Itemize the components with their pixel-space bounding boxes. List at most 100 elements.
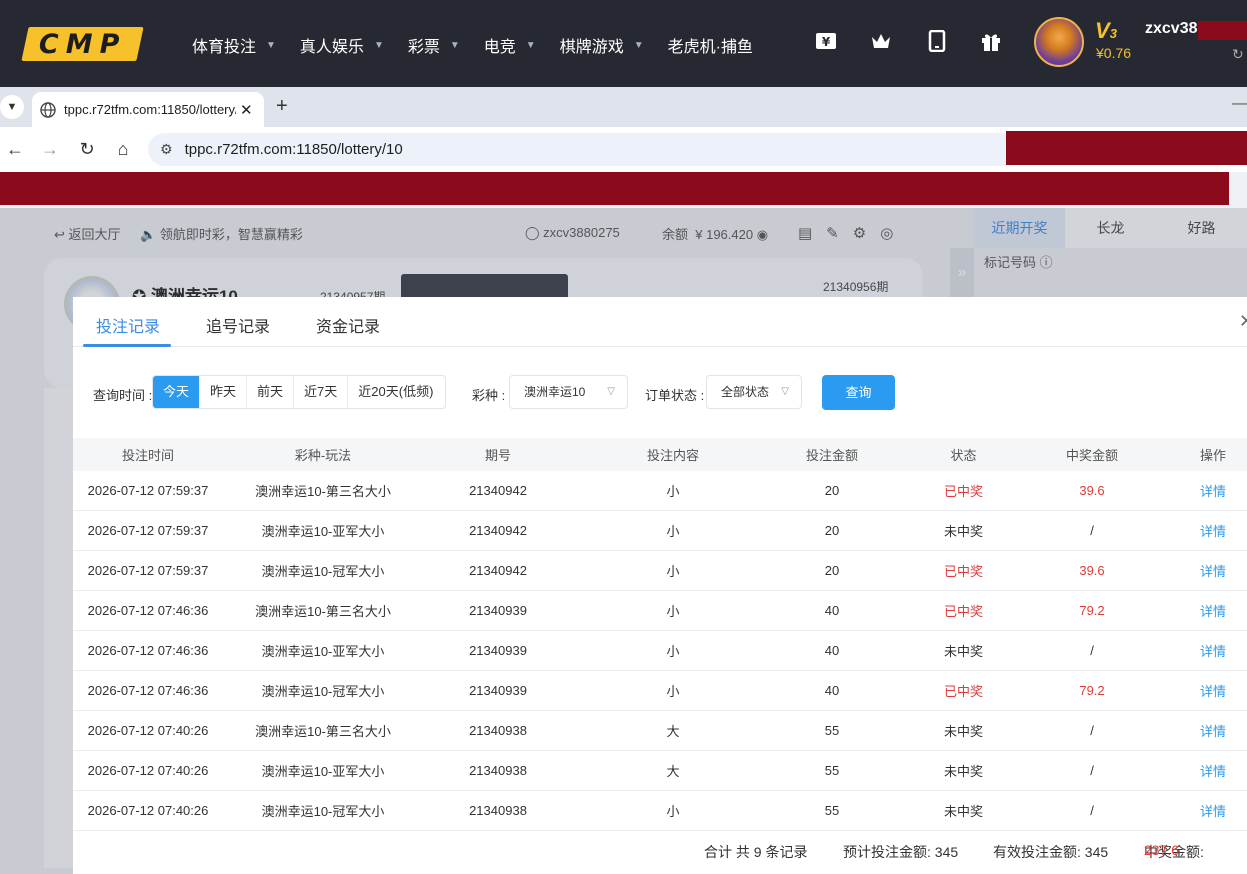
col-action: 操作 (1199, 448, 1226, 463)
cell-detail-link[interactable]: 详情 (1148, 711, 1247, 750)
site-info-icon[interactable]: ⚙ (160, 141, 173, 158)
wallet-balance: ¥0.76 (1096, 45, 1132, 61)
range-today[interactable]: 今天 (153, 376, 201, 408)
tab-fund-records[interactable]: 资金记录 (316, 313, 380, 337)
cell-bet-amount: 20 (824, 483, 840, 498)
cell-bet-amount: 40 (824, 603, 840, 618)
cell-detail-link[interactable]: 详情 (1148, 551, 1247, 590)
browser-tab[interactable]: tppc.r72tfm.com:11850/lottery/10 ✕ (32, 92, 264, 127)
minimize-icon[interactable]: — (1232, 95, 1247, 113)
browser-tab-strip: ▼ tppc.r72tfm.com:11850/lottery/10 ✕ + — (0, 87, 1247, 127)
crown-icon[interactable] (870, 30, 892, 52)
cell-bet-time: 2026-07-12 07:59:37 (87, 563, 209, 578)
cell-bet-amount: 40 (824, 643, 840, 658)
cell-status: 已中奖 (943, 484, 983, 499)
cell-lottery-play: 澳洲幸运10-第三名大小 (255, 724, 391, 739)
cell-win-amount: / (1090, 723, 1094, 738)
range-yesterday[interactable]: 昨天 (200, 376, 248, 408)
col-period: 期号 (484, 448, 511, 463)
address-bar[interactable]: ⚙ tppc.r72tfm.com:11850/lottery/10 (148, 133, 1008, 166)
cell-win-amount: 79.2 (1079, 683, 1105, 698)
nav-esports[interactable]: 电竞 ▼ (484, 33, 536, 57)
cell-bet-content: 小 (666, 524, 680, 539)
summary-valid: 有效投注金额: 345 (993, 844, 1109, 860)
cell-lottery-play: 澳洲幸运10-冠军大小 (261, 564, 385, 579)
cell-period: 21340938 (469, 803, 527, 818)
svg-text:¥: ¥ (822, 35, 831, 49)
col-win-amount: 中奖金额 (1065, 448, 1118, 463)
cell-period: 21340939 (469, 683, 527, 698)
chevron-down-icon: ▼ (266, 39, 276, 51)
filter-bar: 查询时间 : 今天 昨天 前天 近7天 近20天(低频) 彩种 : 澳洲幸运10… (73, 375, 1247, 411)
cell-period: 21340942 (469, 483, 527, 498)
lottery-type-select[interactable]: 澳洲幸运10 ▽ (509, 375, 628, 409)
cell-detail-link[interactable]: 详情 (1148, 671, 1247, 710)
nav-sports[interactable]: 体育投注 ▼ (192, 33, 276, 57)
chevron-down-icon: ▽ (607, 386, 615, 397)
close-icon[interactable]: ✕ (240, 101, 253, 119)
cell-detail-link[interactable]: 详情 (1148, 751, 1247, 790)
cell-bet-time: 2026-07-12 07:59:37 (87, 483, 209, 498)
cell-detail-link[interactable]: 详情 (1148, 511, 1247, 550)
cell-detail-link[interactable]: 详情 (1148, 471, 1247, 510)
chevron-down-icon: ▼ (525, 39, 536, 51)
cell-status: 已中奖 (943, 604, 983, 619)
chevron-down-icon: ▼ (373, 39, 384, 51)
cell-bet-content: 小 (666, 564, 680, 579)
time-label: 查询时间 : (93, 388, 153, 403)
order-status-select[interactable]: 全部状态 ▽ (706, 375, 802, 409)
cell-status: 已中奖 (943, 564, 983, 579)
cell-bet-amount: 20 (824, 563, 840, 578)
col-bet-amount: 投注金额 (805, 448, 858, 463)
query-button[interactable]: 查询 (822, 375, 895, 410)
ticket-icon[interactable]: ¥ (815, 30, 837, 52)
new-tab-icon[interactable]: + (276, 95, 288, 118)
back-arrow-icon[interactable]: ← (3, 137, 27, 161)
cell-detail-link[interactable]: 详情 (1148, 591, 1247, 630)
cell-period: 21340939 (469, 643, 527, 658)
nav-card-games[interactable]: 棋牌游戏 ▼ (560, 33, 644, 57)
nav-lottery[interactable]: 彩票 ▼ (408, 33, 460, 57)
home-icon[interactable]: ⌂ (111, 137, 135, 161)
summary-total: 合计 共 9 条记录 (704, 844, 808, 860)
range-day-before[interactable]: 前天 (247, 376, 295, 408)
forward-arrow-icon[interactable]: → (38, 137, 62, 161)
globe-icon (40, 101, 56, 118)
cell-bet-content: 小 (666, 684, 680, 699)
user-avatar[interactable] (1034, 17, 1084, 67)
tab-search-chevron-icon[interactable]: ▼ (0, 95, 24, 119)
nav-live-casino[interactable]: 真人娱乐 ▼ (300, 33, 384, 57)
active-tab-indicator (83, 344, 171, 347)
cell-bet-time: 2026-07-12 07:46:36 (87, 683, 209, 698)
summary-expected: 预计投注金额: 345 (843, 844, 959, 860)
reload-icon[interactable]: ↻ (75, 137, 99, 161)
refresh-icon[interactable]: ↻ (1232, 46, 1244, 63)
tab-bet-records[interactable]: 投注记录 (96, 313, 160, 337)
gift-icon[interactable] (980, 30, 1002, 52)
cell-bet-amount: 55 (824, 723, 840, 738)
mobile-icon[interactable] (926, 30, 948, 52)
cell-bet-time: 2026-07-12 07:59:37 (87, 523, 209, 538)
cell-bet-amount: 55 (824, 763, 840, 778)
cmp-logo[interactable]: CMP (21, 27, 144, 61)
col-bet-time: 投注时间 (121, 448, 174, 463)
table-row: 2026-07-12 07:46:36 澳洲幸运10-亚军大小 21340939 小 4… (73, 631, 1247, 671)
cell-lottery-play: 澳洲幸运10-冠军大小 (261, 804, 385, 819)
cell-detail-link[interactable]: 详情 (1148, 631, 1247, 670)
cell-status: 未中奖 (943, 804, 983, 819)
col-lottery-play: 彩种-玩法 (294, 448, 352, 463)
table-header: 投注时间 彩种-玩法 期号 投注内容 投注金额 状态 中奖金额 操作 (73, 438, 1247, 471)
range-20-days[interactable]: 近20天(低频) (348, 376, 443, 408)
cell-bet-time: 2026-07-12 07:40:26 (87, 803, 209, 818)
range-7-days[interactable]: 近7天 (294, 376, 349, 408)
nav-slots-fishing[interactable]: 老虎机·捕鱼 (668, 33, 753, 57)
summary-win-value: 237.6 (1144, 842, 1180, 858)
cell-bet-content: 小 (666, 604, 680, 619)
tab-chase-records[interactable]: 追号记录 (206, 313, 270, 337)
table-row: 2026-07-12 07:59:37 澳洲幸运10-第三名大小 21340942 小… (73, 471, 1247, 511)
username[interactable]: zxcv38 (1145, 20, 1198, 38)
cell-period: 21340938 (469, 723, 527, 738)
cell-detail-link[interactable]: 详情 (1148, 791, 1247, 830)
close-icon[interactable]: ✕ (1239, 311, 1247, 332)
redaction-block (1198, 21, 1247, 40)
